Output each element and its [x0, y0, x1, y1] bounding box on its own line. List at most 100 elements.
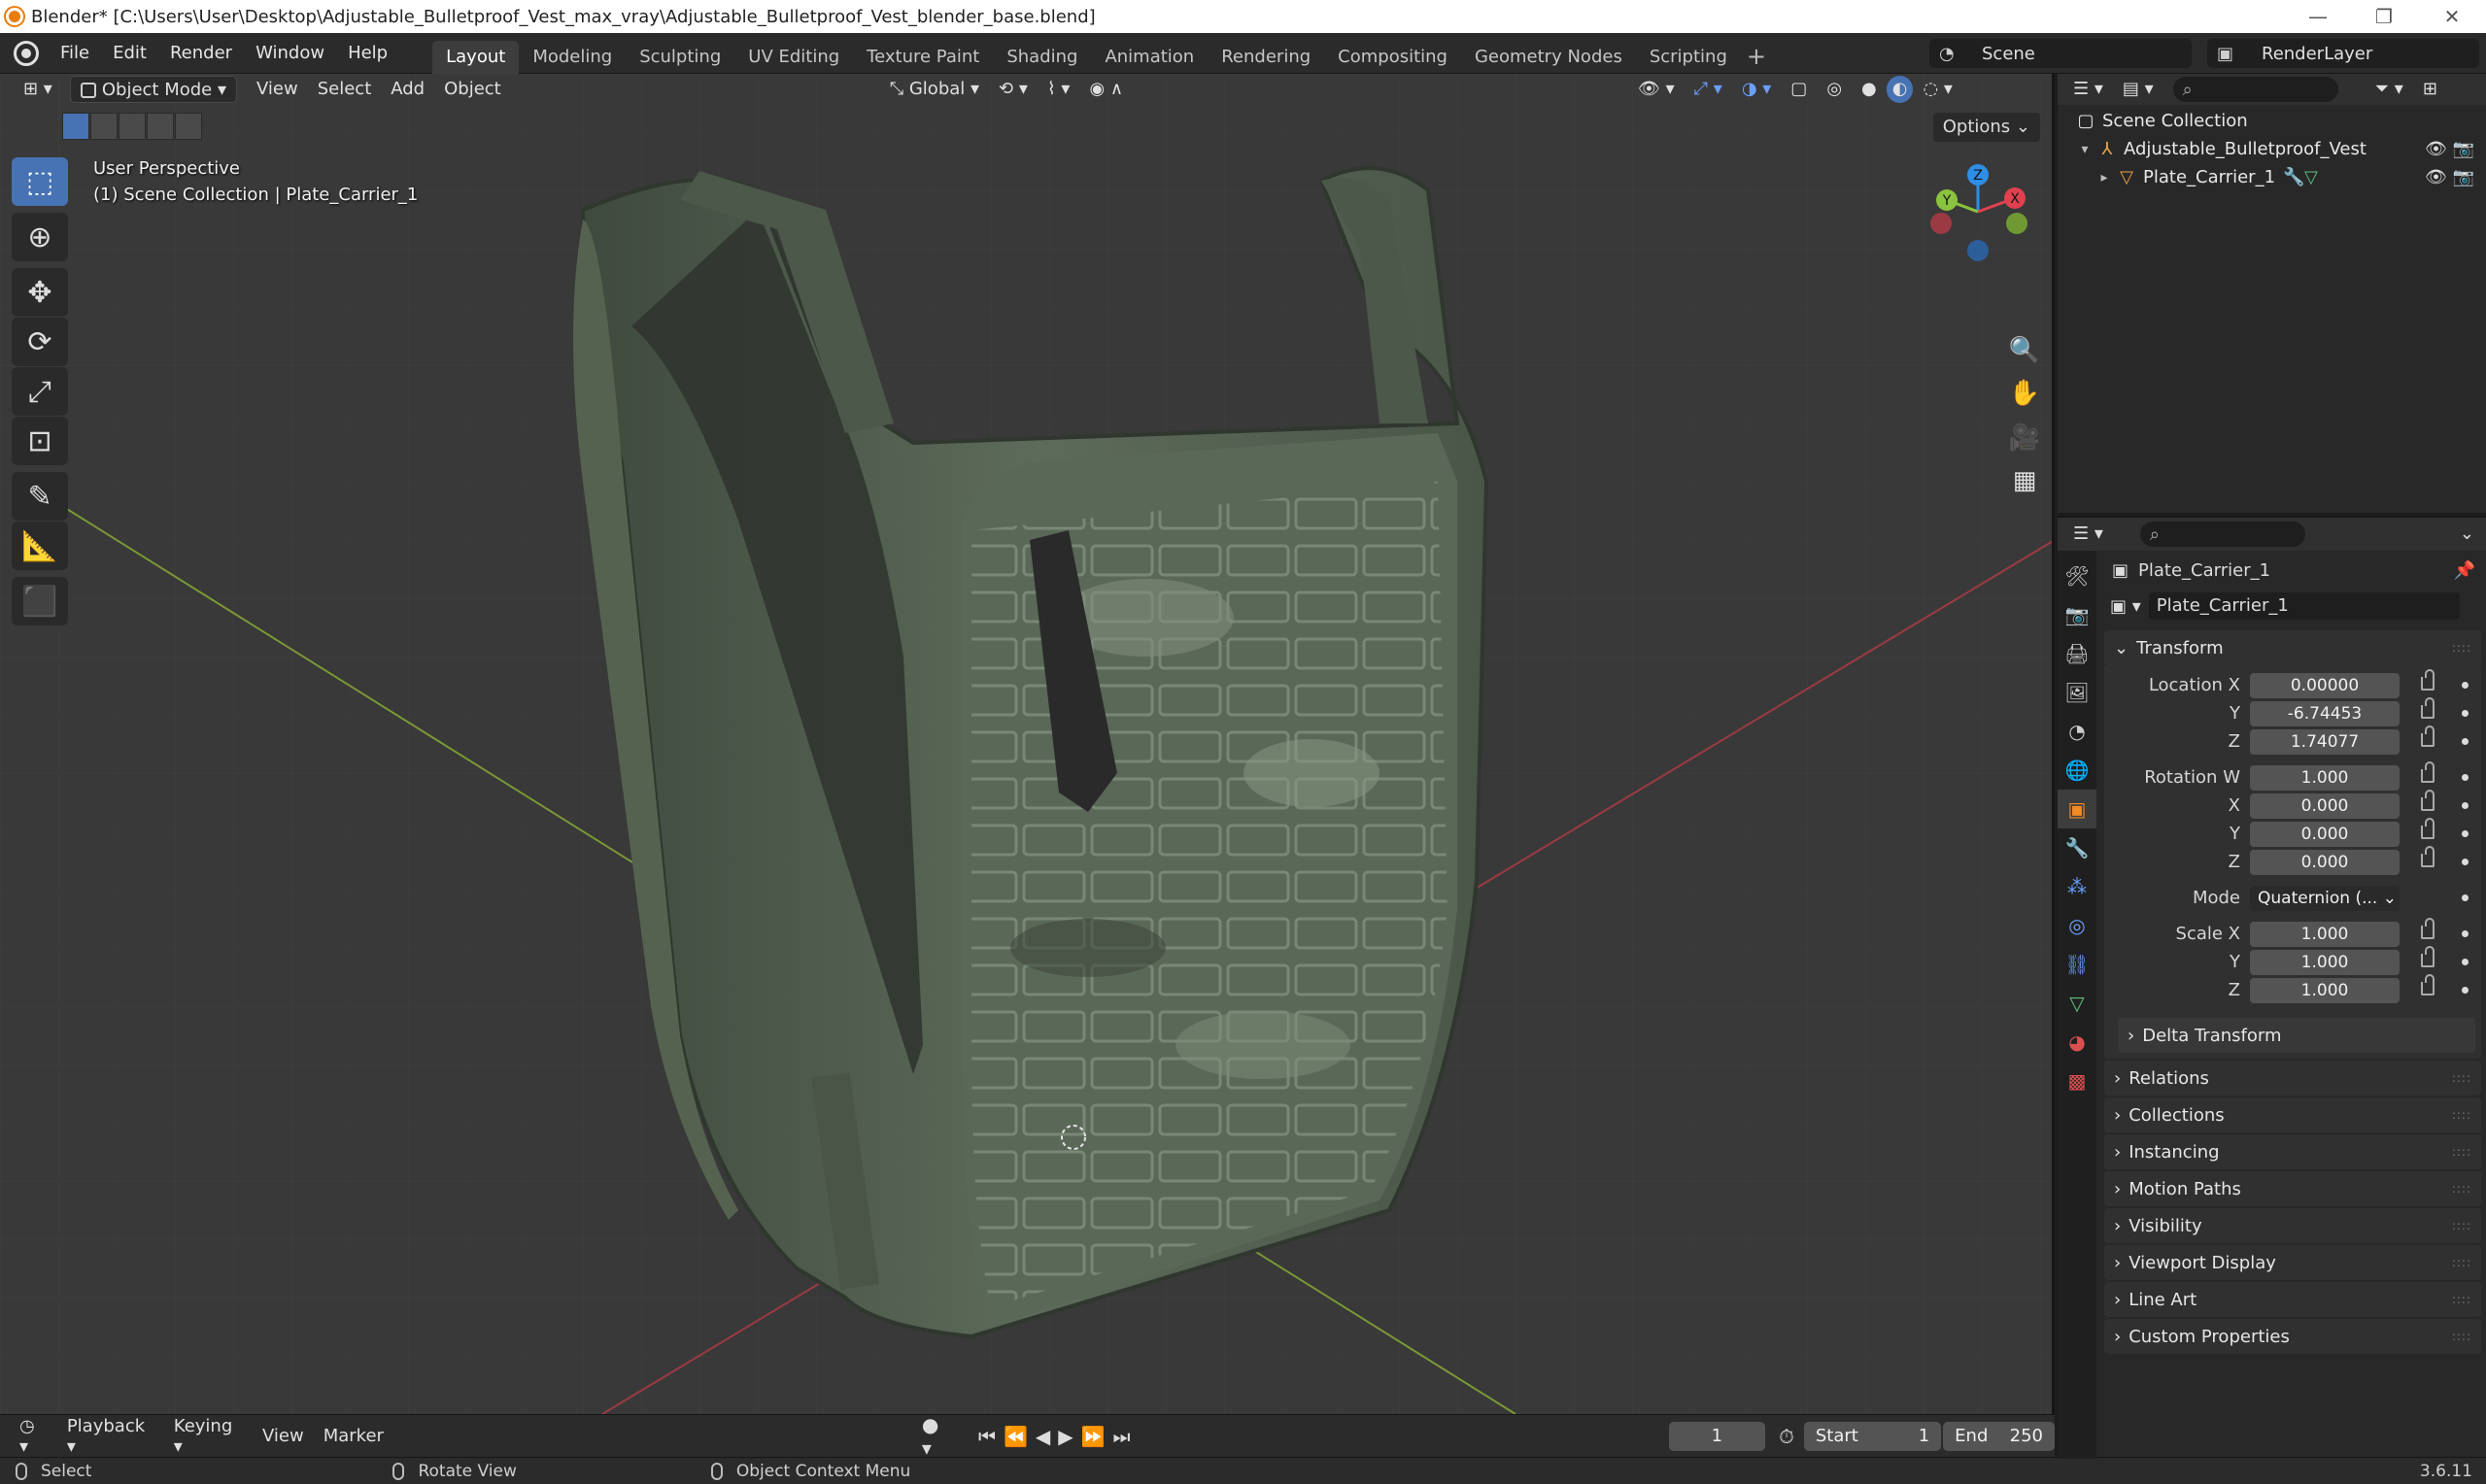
modifier-wrench-icon[interactable]: 🔧	[2283, 167, 2304, 187]
world-tab-icon[interactable]: 🌐	[2058, 751, 2096, 790]
maximize-icon[interactable]: ❐	[2351, 0, 2417, 33]
transform-tool-icon[interactable]: ⊡	[12, 417, 68, 465]
lock-icon[interactable]	[2421, 790, 2435, 811]
physics-tab-icon[interactable]: ◎	[2058, 906, 2096, 945]
tab-compositing[interactable]: Compositing	[1324, 41, 1461, 74]
viewport-display-panel-header[interactable]: › Viewport Display::::	[2104, 1245, 2481, 1280]
outliner-search-input[interactable]: ⌕	[2172, 77, 2338, 102]
minimize-icon[interactable]: —	[2285, 0, 2351, 33]
current-frame-field[interactable]: 1	[1668, 1421, 1766, 1451]
object-menu[interactable]: Object	[434, 76, 511, 103]
particles-tab-icon[interactable]: ⁂	[2058, 867, 2096, 906]
rendered-shading-icon[interactable]: ◌ ▾	[1913, 76, 1961, 103]
tab-rendering[interactable]: Rendering	[1208, 41, 1324, 74]
select-intersect-icon[interactable]	[175, 113, 202, 140]
visibility-panel-header[interactable]: › Visibility::::	[2104, 1208, 2481, 1243]
tab-shading[interactable]: Shading	[993, 41, 1091, 74]
timeline-view-menu[interactable]: View	[253, 1426, 314, 1446]
object-data-icon[interactable]: ▣ ▾	[2110, 596, 2141, 617]
playback-menu[interactable]: Playback ▾	[57, 1416, 164, 1457]
scale-y-field[interactable]: 1.000	[2250, 949, 2400, 975]
line-art-panel-header[interactable]: › Line Art::::	[2104, 1282, 2481, 1317]
lock-icon[interactable]	[2421, 818, 2435, 839]
expand-arrow-icon[interactable]: ▾	[2077, 142, 2093, 157]
tab-layout[interactable]: Layout	[432, 40, 520, 74]
pivot-point-icon[interactable]: ⟲ ▾	[989, 76, 1038, 103]
prev-keyframe-icon[interactable]: ⏪	[1000, 1425, 1032, 1448]
select-box-tool-icon[interactable]: ⬚	[12, 157, 68, 206]
lock-icon[interactable]	[2421, 974, 2435, 995]
eye-icon[interactable]: 👁	[2425, 139, 2447, 159]
record-icon[interactable]: ● ▾	[918, 1413, 957, 1460]
rotation-mode-dropdown[interactable]: Quaternion (... ⌄	[2250, 885, 2400, 911]
location-z-field[interactable]: 1.74077	[2250, 728, 2400, 755]
material-tab-icon[interactable]: ◕	[2058, 1023, 2096, 1062]
add-cube-tool-icon[interactable]: ⬛	[12, 577, 68, 625]
modifier-tab-icon[interactable]: 🔧	[2058, 828, 2096, 867]
outliner-editor-icon[interactable]: ☰ ▾	[2063, 76, 2113, 103]
marker-menu[interactable]: Marker	[314, 1426, 393, 1446]
move-tool-icon[interactable]: ✥	[12, 268, 68, 317]
tab-uv-editing[interactable]: UV Editing	[734, 41, 853, 74]
select-subtract-icon[interactable]	[119, 113, 146, 140]
collections-panel-header[interactable]: › Collections::::	[2104, 1097, 2481, 1132]
tab-geometry-nodes[interactable]: Geometry Nodes	[1461, 41, 1636, 74]
tool-tab-icon[interactable]: 🛠	[2058, 556, 2096, 595]
instancing-panel-header[interactable]: › Instancing::::	[2104, 1134, 2481, 1169]
blender-logo-icon[interactable]	[14, 40, 39, 66]
tab-modeling[interactable]: Modeling	[519, 41, 626, 74]
gizmo-toggle-icon[interactable]: ⤢ ▾	[1685, 76, 1732, 103]
location-y-field[interactable]: -6.74453	[2250, 700, 2400, 726]
rotate-tool-icon[interactable]: ⟳	[12, 318, 68, 366]
tab-scripting[interactable]: Scripting	[1636, 41, 1741, 74]
scene-collection-row[interactable]: ▢ Scene Collection	[2058, 107, 2486, 135]
rotation-y-field[interactable]: 0.000	[2250, 821, 2400, 847]
menu-help[interactable]: Help	[336, 33, 399, 74]
menu-file[interactable]: File	[49, 33, 101, 74]
next-keyframe-icon[interactable]: ⏩	[1077, 1425, 1109, 1448]
menu-render[interactable]: Render	[158, 33, 244, 74]
outliner-row-plate-carrier[interactable]: ▸ ▽ Plate_Carrier_1 🔧 ▽ 👁 📷	[2058, 163, 2486, 191]
outliner-row-vest[interactable]: ▾ ⅄ Adjustable_Bulletproof_Vest 👁 📷	[2058, 135, 2486, 163]
texture-tab-icon[interactable]: ▩	[2058, 1062, 2096, 1100]
add-menu[interactable]: Add	[381, 76, 434, 103]
keyframe-dot-icon[interactable]	[2462, 859, 2469, 865]
menu-window[interactable]: Window	[244, 33, 336, 74]
filter-icon[interactable]: ⏷ ▾	[2366, 76, 2413, 103]
select-invert-icon[interactable]	[147, 113, 174, 140]
lock-icon[interactable]	[2421, 669, 2435, 691]
location-x-field[interactable]: 0.00000	[2250, 672, 2400, 698]
cursor-tool-icon[interactable]: ⊕	[12, 213, 68, 261]
lock-icon[interactable]	[2421, 946, 2435, 967]
tab-texture-paint[interactable]: Texture Paint	[853, 41, 993, 74]
keyframe-dot-icon[interactable]	[2462, 987, 2469, 994]
visibility-icon[interactable]: 👁 ▾	[1628, 76, 1685, 103]
lock-icon[interactable]	[2421, 697, 2435, 719]
wireframe-shading-icon[interactable]: ◎	[1817, 76, 1852, 103]
transform-panel-header[interactable]: ⌄ Transform::::	[2104, 630, 2481, 665]
proportional-editing-icon[interactable]: ◉ ∧	[1079, 76, 1133, 103]
properties-editor-icon[interactable]: ☰ ▾	[2063, 521, 2113, 548]
close-icon[interactable]: ✕	[2419, 0, 2485, 33]
keyframe-dot-icon[interactable]	[2462, 710, 2469, 717]
timeline-editor-icon[interactable]: ◷ ▾	[10, 1416, 57, 1457]
new-collection-icon[interactable]: ⊞	[2413, 76, 2447, 103]
object-tab-icon[interactable]: ▣	[2058, 790, 2096, 828]
overlays-icon[interactable]: ◑ ▾	[1732, 76, 1781, 103]
data-tab-icon[interactable]: ▽	[2058, 984, 2096, 1023]
render-layer-selector[interactable]: ▣ RenderLayer	[2207, 39, 2479, 68]
xray-icon[interactable]: ▢	[1781, 76, 1817, 103]
snap-icon[interactable]: ⌇ ▾	[1038, 76, 1080, 103]
jump-start-icon[interactable]: ⏮	[974, 1425, 1000, 1448]
navigation-gizmo[interactable]: Z X Y	[1927, 161, 2028, 262]
output-tab-icon[interactable]: 🖨	[2058, 634, 2096, 673]
keyframe-dot-icon[interactable]	[2462, 894, 2469, 901]
material-shading-icon[interactable]: ◐	[1886, 76, 1914, 103]
object-name-field[interactable]: Plate_Carrier_1	[2148, 592, 2460, 620]
keyframe-dot-icon[interactable]	[2462, 830, 2469, 837]
editor-type-button[interactable]: ⊞ ▾	[14, 76, 62, 103]
add-workspace-icon[interactable]: +	[1741, 43, 1772, 70]
solid-shading-icon[interactable]: ●	[1852, 76, 1887, 103]
rotation-w-field[interactable]: 1.000	[2250, 764, 2400, 791]
play-icon[interactable]: ▶	[1054, 1425, 1076, 1448]
